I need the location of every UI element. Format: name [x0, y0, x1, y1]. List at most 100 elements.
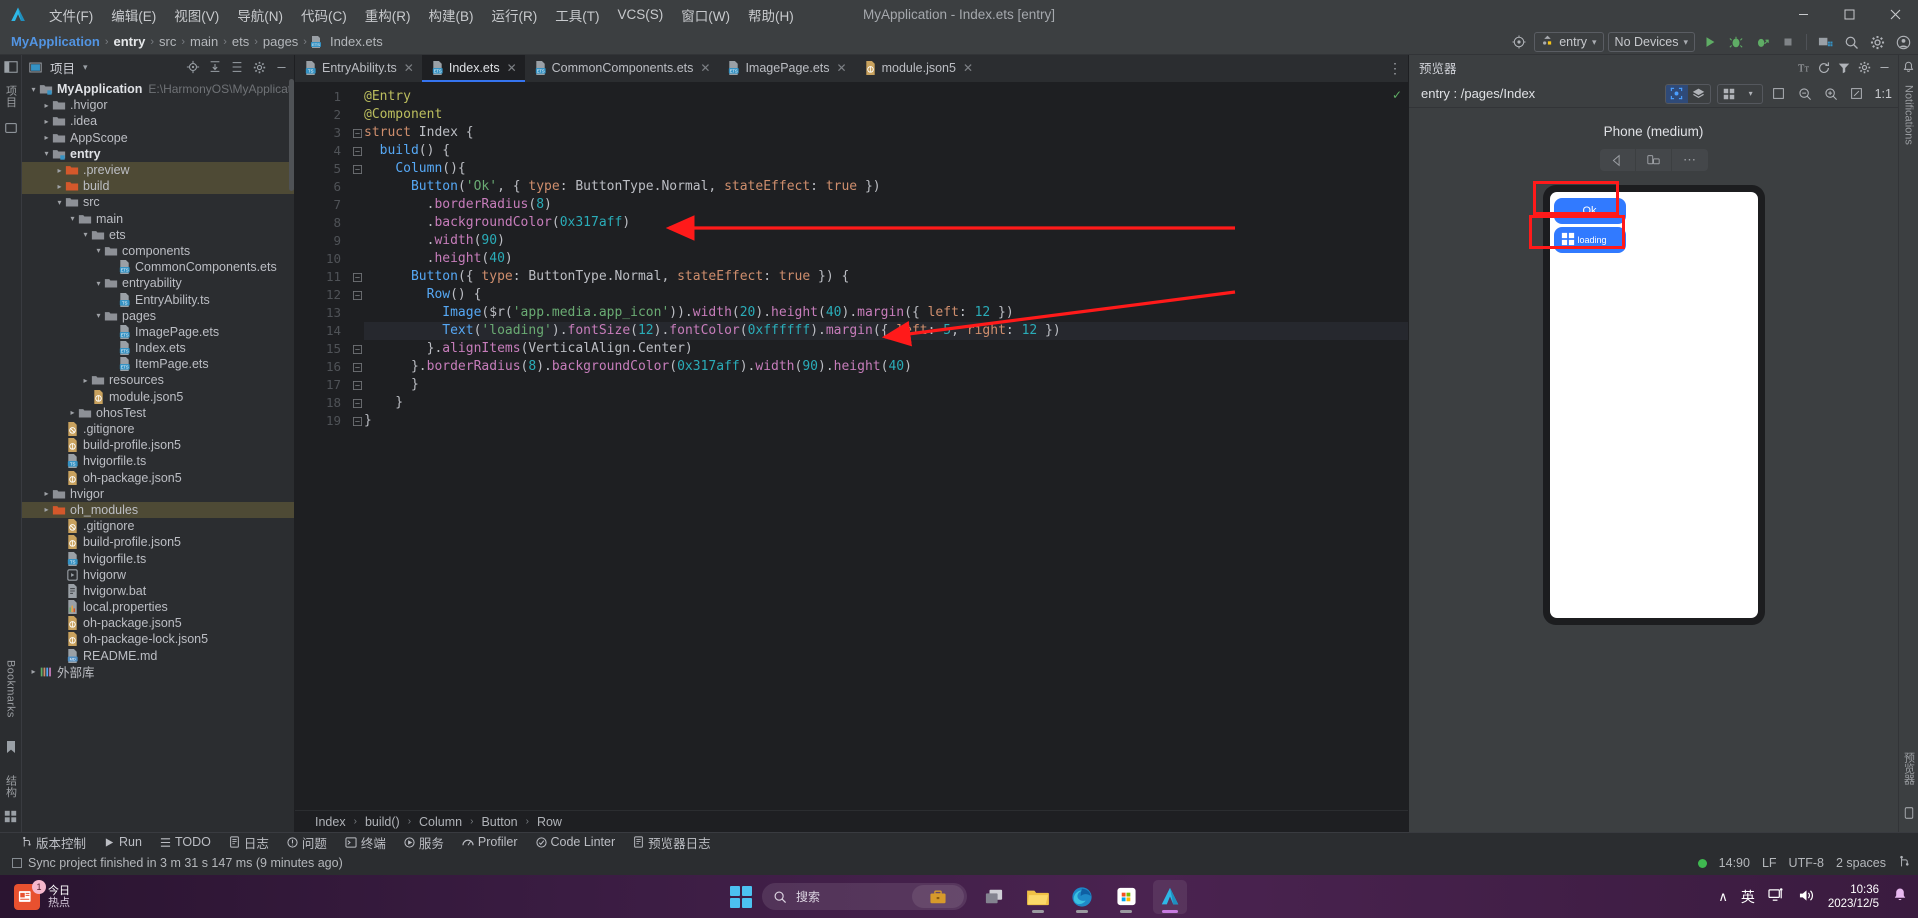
phone-screen[interactable]: Ok loading: [1549, 192, 1758, 618]
preview-hide-icon[interactable]: [1874, 58, 1894, 78]
zoom-level-label[interactable]: 1:1: [1875, 87, 1892, 101]
device-manager-icon[interactable]: [1814, 31, 1836, 53]
tool-window-button[interactable]: Run: [95, 833, 151, 852]
task-view-button[interactable]: [977, 880, 1011, 914]
tree-item[interactable]: ▾ components: [22, 243, 294, 259]
tree-item[interactable]: TS hvigorfile.ts: [22, 453, 294, 469]
breadcrumb-main[interactable]: main: [187, 34, 221, 49]
tool-window-button[interactable]: 问题: [278, 833, 336, 852]
rail-label-project[interactable]: 项目: [3, 85, 19, 108]
code-fold-toggle[interactable]: [350, 358, 364, 376]
bookmark-icon[interactable]: [3, 739, 19, 755]
rail-label-bookmarks[interactable]: Bookmarks: [5, 660, 17, 718]
code-line[interactable]: }.alignItems(VerticalAlign.Center): [364, 340, 1408, 358]
preview-settings-icon[interactable]: [1854, 58, 1874, 78]
zoom-out-icon[interactable]: [1795, 87, 1815, 101]
tree-item[interactable]: ▸ .hvigor: [22, 97, 294, 113]
tree-item[interactable]: ▸ hvigor: [22, 486, 294, 502]
taskbar-clock[interactable]: 10:36 2023/12/5: [1828, 883, 1879, 911]
target-icon[interactable]: [1508, 31, 1530, 53]
menu-item-refactor[interactable]: 重构(R): [356, 3, 420, 27]
stop-button[interactable]: [1777, 31, 1799, 53]
expand-all-icon[interactable]: [206, 58, 224, 76]
breadcrumb-entry[interactable]: entry: [111, 34, 149, 49]
edge-browser-button[interactable]: [1065, 880, 1099, 914]
tree-item[interactable]: ▸ .idea: [22, 113, 294, 129]
structure-icon[interactable]: [3, 808, 19, 824]
tree-item[interactable]: ▾ main: [22, 211, 294, 227]
menu-item-help[interactable]: 帮助(H): [739, 3, 803, 27]
project-tree-scrollbar[interactable]: [289, 79, 294, 191]
tree-item[interactable]: ▸ AppScope: [22, 130, 294, 146]
code-fold-toggle[interactable]: [350, 412, 364, 430]
code-line[interactable]: .height(40): [364, 250, 1408, 268]
rail-label-structure[interactable]: 结构: [3, 775, 19, 798]
menu-item-code[interactable]: 代码(C): [292, 3, 356, 27]
zoom-in-icon[interactable]: [1821, 87, 1841, 101]
menu-item-view[interactable]: 视图(V): [165, 3, 228, 27]
search-icon[interactable]: [1840, 31, 1862, 53]
tree-item[interactable]: local.properties: [22, 599, 294, 615]
tree-item[interactable]: ETS Index.ets: [22, 340, 294, 356]
tree-item[interactable]: ETS ItemPage.ets: [22, 356, 294, 372]
breadcrumb-ets[interactable]: ets: [229, 34, 252, 49]
tree-item[interactable]: ▾ entryability: [22, 275, 294, 291]
cursor-position[interactable]: 14:90: [1719, 856, 1750, 870]
menu-item-build[interactable]: 构建(B): [420, 3, 483, 27]
breadcrumb-pages[interactable]: pages: [260, 34, 301, 49]
project-panel-icon[interactable]: [3, 59, 19, 75]
maximize-button[interactable]: [1826, 0, 1872, 29]
tool-window-button[interactable]: 预览器日志: [624, 833, 720, 852]
code-fold-toggle[interactable]: [350, 286, 364, 304]
rail-label-preview[interactable]: 预览器: [1901, 752, 1917, 785]
tool-window-button[interactable]: 日志: [220, 833, 278, 852]
code-folding-gutter[interactable]: [350, 82, 364, 810]
tool-window-button[interactable]: 服务: [395, 833, 453, 852]
tool-window-button[interactable]: 终端: [336, 833, 395, 852]
menu-item-run[interactable]: 运行(R): [483, 3, 547, 27]
tree-item[interactable]: ▾ MyApplication E:\HarmonyOS\MyApplicatio: [22, 81, 294, 97]
refresh-icon[interactable]: [1814, 58, 1834, 78]
code-line[interactable]: Row() {: [364, 286, 1408, 304]
layers-icon[interactable]: [1688, 85, 1710, 103]
collapse-all-icon[interactable]: [228, 58, 246, 76]
code-content[interactable]: @Entry @Component struct Index { build() {…: [364, 82, 1408, 810]
code-line[interactable]: Button('Ok', { type: ButtonType.Normal, …: [364, 178, 1408, 196]
code-line[interactable]: .width(90): [364, 232, 1408, 250]
editor-tab[interactable]: ETS Index.ets ✕: [421, 55, 525, 82]
notification-bell-icon[interactable]: [1892, 887, 1908, 906]
close-tab-icon[interactable]: ✕: [837, 61, 847, 75]
code-line[interactable]: Column(){: [364, 160, 1408, 178]
close-tab-icon[interactable]: ✕: [507, 61, 517, 75]
tree-expand-arrow-icon[interactable]: ▾: [93, 310, 104, 321]
tree-expand-arrow-icon[interactable]: ▸: [28, 666, 39, 677]
breadcrumb-src[interactable]: src: [156, 34, 179, 49]
tree-expand-arrow-icon[interactable]: ▸: [80, 375, 91, 386]
menu-item-edit[interactable]: 编辑(E): [102, 3, 165, 27]
editor-breadcrumb-item[interactable]: Column: [415, 815, 466, 829]
tree-item[interactable]: .gitignore: [22, 518, 294, 534]
code-line[interactable]: Text('loading').fontSize(12).fontColor(0…: [364, 322, 1408, 340]
branch-icon[interactable]: [1898, 855, 1910, 871]
breadcrumb-myapplication[interactable]: MyApplication: [8, 34, 103, 49]
run-configuration-selector[interactable]: entry ▾: [1534, 32, 1604, 52]
briefcase-icon[interactable]: [912, 885, 964, 908]
editor-breadcrumb-item[interactable]: Row: [533, 815, 566, 829]
tree-item[interactable]: ▾ entry: [22, 146, 294, 162]
tool-window-button[interactable]: Profiler: [453, 833, 527, 852]
microsoft-store-button[interactable]: [1109, 880, 1143, 914]
taskbar-news-widget[interactable]: 1 今日 热点: [0, 879, 300, 910]
tree-expand-arrow-icon[interactable]: ▸: [41, 504, 52, 515]
tab-options-icon[interactable]: ⋮: [1388, 60, 1402, 77]
tree-item[interactable]: ▾ ets: [22, 227, 294, 243]
tree-item[interactable]: hvigorw.bat: [22, 583, 294, 599]
code-fold-toggle[interactable]: [350, 124, 364, 142]
deveco-studio-button[interactable]: [1153, 879, 1187, 914]
project-tree[interactable]: ▾ MyApplication E:\HarmonyOS\MyApplicatio ▸…: [22, 79, 294, 832]
code-fold-toggle[interactable]: [350, 376, 364, 394]
tree-expand-arrow-icon[interactable]: ▾: [80, 229, 91, 240]
preview-mode-toggle[interactable]: [1664, 83, 1711, 104]
file-explorer-button[interactable]: [1021, 880, 1055, 914]
tree-item[interactable]: TS hvigorfile.ts: [22, 550, 294, 566]
editor-breadcrumb-item[interactable]: build(): [361, 815, 404, 829]
